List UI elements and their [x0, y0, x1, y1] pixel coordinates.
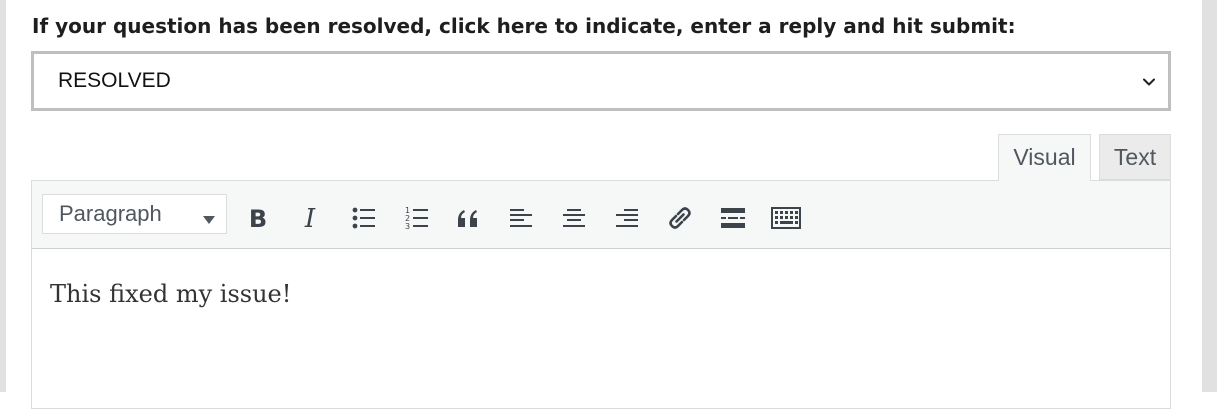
svg-text:B: B: [249, 205, 267, 233]
blockquote-icon: [452, 201, 486, 235]
align-left-button[interactable]: [504, 201, 538, 235]
tab-visual[interactable]: Visual: [998, 134, 1091, 181]
link-icon: [663, 201, 697, 235]
editor-toolbar: Paragraph B I 1 2 3: [31, 180, 1171, 249]
align-right-button[interactable]: [610, 201, 644, 235]
read-more-icon: [716, 201, 750, 235]
bulleted-list-icon: [347, 201, 381, 235]
paragraph-format-select[interactable]: Paragraph: [42, 194, 227, 234]
editor-content: This fixed my issue!: [50, 280, 292, 308]
page-frame-right: [1202, 0, 1217, 392]
bold-icon: B: [241, 201, 275, 235]
paragraph-format-value: Paragraph: [59, 201, 162, 226]
align-left-icon: [504, 201, 538, 235]
resolve-prompt-label: If your question has been resolved, clic…: [32, 14, 1016, 38]
align-center-icon: [557, 201, 591, 235]
resolution-status-value: RESOLVED: [58, 69, 171, 92]
tab-text[interactable]: Text: [1099, 134, 1171, 180]
toolbar-toggle-button[interactable]: [769, 201, 803, 235]
chevron-down-icon: [1142, 74, 1156, 88]
bulleted-list-button[interactable]: [347, 201, 381, 235]
page-frame-left: [0, 0, 6, 392]
blockquote-button[interactable]: [452, 201, 486, 235]
align-right-icon: [610, 201, 644, 235]
resolution-status-select[interactable]: RESOLVED: [31, 51, 1171, 111]
italic-icon: I: [293, 201, 327, 235]
reply-editor[interactable]: This fixed my issue!: [31, 249, 1171, 409]
italic-button[interactable]: I: [293, 201, 327, 235]
numbered-list-icon: 1 2 3: [400, 201, 434, 235]
caret-down-icon: [202, 210, 216, 224]
read-more-button[interactable]: [716, 201, 750, 235]
numbered-list-button[interactable]: 1 2 3: [400, 201, 434, 235]
insert-link-button[interactable]: [663, 201, 697, 235]
svg-text:3: 3: [405, 222, 410, 231]
bold-button[interactable]: B: [241, 201, 275, 235]
svg-text:I: I: [304, 204, 316, 234]
keyboard-icon: [769, 201, 803, 235]
align-center-button[interactable]: [557, 201, 591, 235]
